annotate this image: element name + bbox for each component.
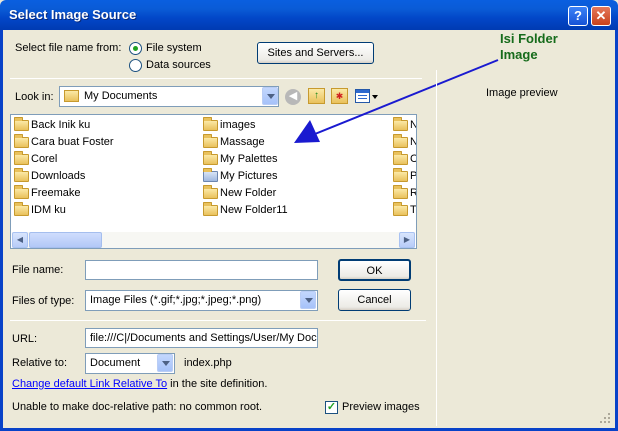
annotation-arrow (294, 59, 499, 143)
scroll-right-icon[interactable]: ▶ (399, 232, 415, 248)
annotation-line-1: Isi Folder (500, 31, 558, 46)
select-source-label: Select file name from: (15, 42, 122, 54)
window-title: Select Image Source (9, 7, 137, 22)
ok-button[interactable]: OK (338, 259, 411, 281)
data-sources-radio[interactable] (129, 59, 142, 72)
folder-icon (14, 185, 29, 199)
folder-icon (14, 202, 29, 216)
relative-to-value: Document (90, 357, 141, 369)
resize-grip-icon[interactable] (598, 411, 612, 425)
file-system-radio[interactable] (129, 42, 142, 55)
arrow-line (309, 59, 499, 137)
folder-icon (203, 202, 218, 216)
my-documents-icon (64, 90, 79, 102)
folder-icon (14, 117, 29, 131)
divider (10, 320, 426, 321)
folder-icon (393, 202, 408, 216)
window-border-left (0, 30, 3, 431)
chevron-down-icon[interactable] (262, 87, 278, 105)
annotation-line-2: Image (500, 47, 538, 62)
folder-icon (14, 168, 29, 182)
change-link-line: Change default Link Relative To in the s… (12, 378, 267, 390)
preview-images-checkbox[interactable]: ✓ (325, 401, 338, 414)
data-sources-label[interactable]: Data sources (146, 59, 211, 71)
cancel-button[interactable]: Cancel (338, 289, 411, 311)
relative-to-label: Relative to: (12, 357, 68, 369)
pictures-folder-icon (203, 168, 218, 182)
status-text: Unable to make doc-relative path: no com… (12, 401, 263, 413)
preview-divider (436, 70, 437, 426)
annotation-text: Isi Folder Image (500, 31, 558, 63)
change-link-suffix: in the site definition. (167, 378, 268, 390)
folder-icon (203, 151, 218, 165)
files-of-type-value: Image Files (*.gif;*.jpg;*.jpeg;*.png) (90, 294, 262, 306)
file-name-input[interactable] (85, 260, 318, 280)
url-label: URL: (12, 333, 38, 345)
help-button[interactable]: ? (568, 6, 588, 26)
chevron-down-icon[interactable] (300, 291, 316, 309)
look-in-label: Look in: (15, 91, 54, 103)
folder-icon (393, 185, 408, 199)
look-in-value: My Documents (84, 90, 158, 102)
file-name-label: File name: (12, 264, 64, 276)
chevron-down-icon[interactable] (157, 354, 173, 372)
folder-icon (203, 117, 218, 131)
relative-file-name: index.php (184, 357, 232, 369)
close-button[interactable]: ✕ (591, 6, 611, 26)
folder-icon (14, 134, 29, 148)
preview-images-label[interactable]: Preview images (342, 401, 420, 413)
scroll-thumb[interactable] (29, 232, 102, 248)
horizontal-scrollbar[interactable]: ◀ ▶ (12, 232, 415, 248)
folder-icon (393, 168, 408, 182)
file-system-label[interactable]: File system (146, 42, 202, 54)
files-of-type-select[interactable]: Image Files (*.gif;*.jpg;*.jpeg;*.png) (85, 290, 318, 311)
change-default-link[interactable]: Change default Link Relative To (12, 378, 167, 390)
folder-icon (203, 185, 218, 199)
look-in-select[interactable]: My Documents (59, 86, 279, 107)
image-preview-title: Image preview (486, 87, 558, 99)
arrow-head (294, 120, 320, 143)
folder-icon (203, 134, 218, 148)
url-input[interactable]: file:///C|/Documents and Settings/User/M… (85, 328, 318, 348)
scroll-left-icon[interactable]: ◀ (12, 232, 28, 248)
files-of-type-label: Files of type: (12, 295, 75, 307)
folder-icon (14, 151, 29, 165)
